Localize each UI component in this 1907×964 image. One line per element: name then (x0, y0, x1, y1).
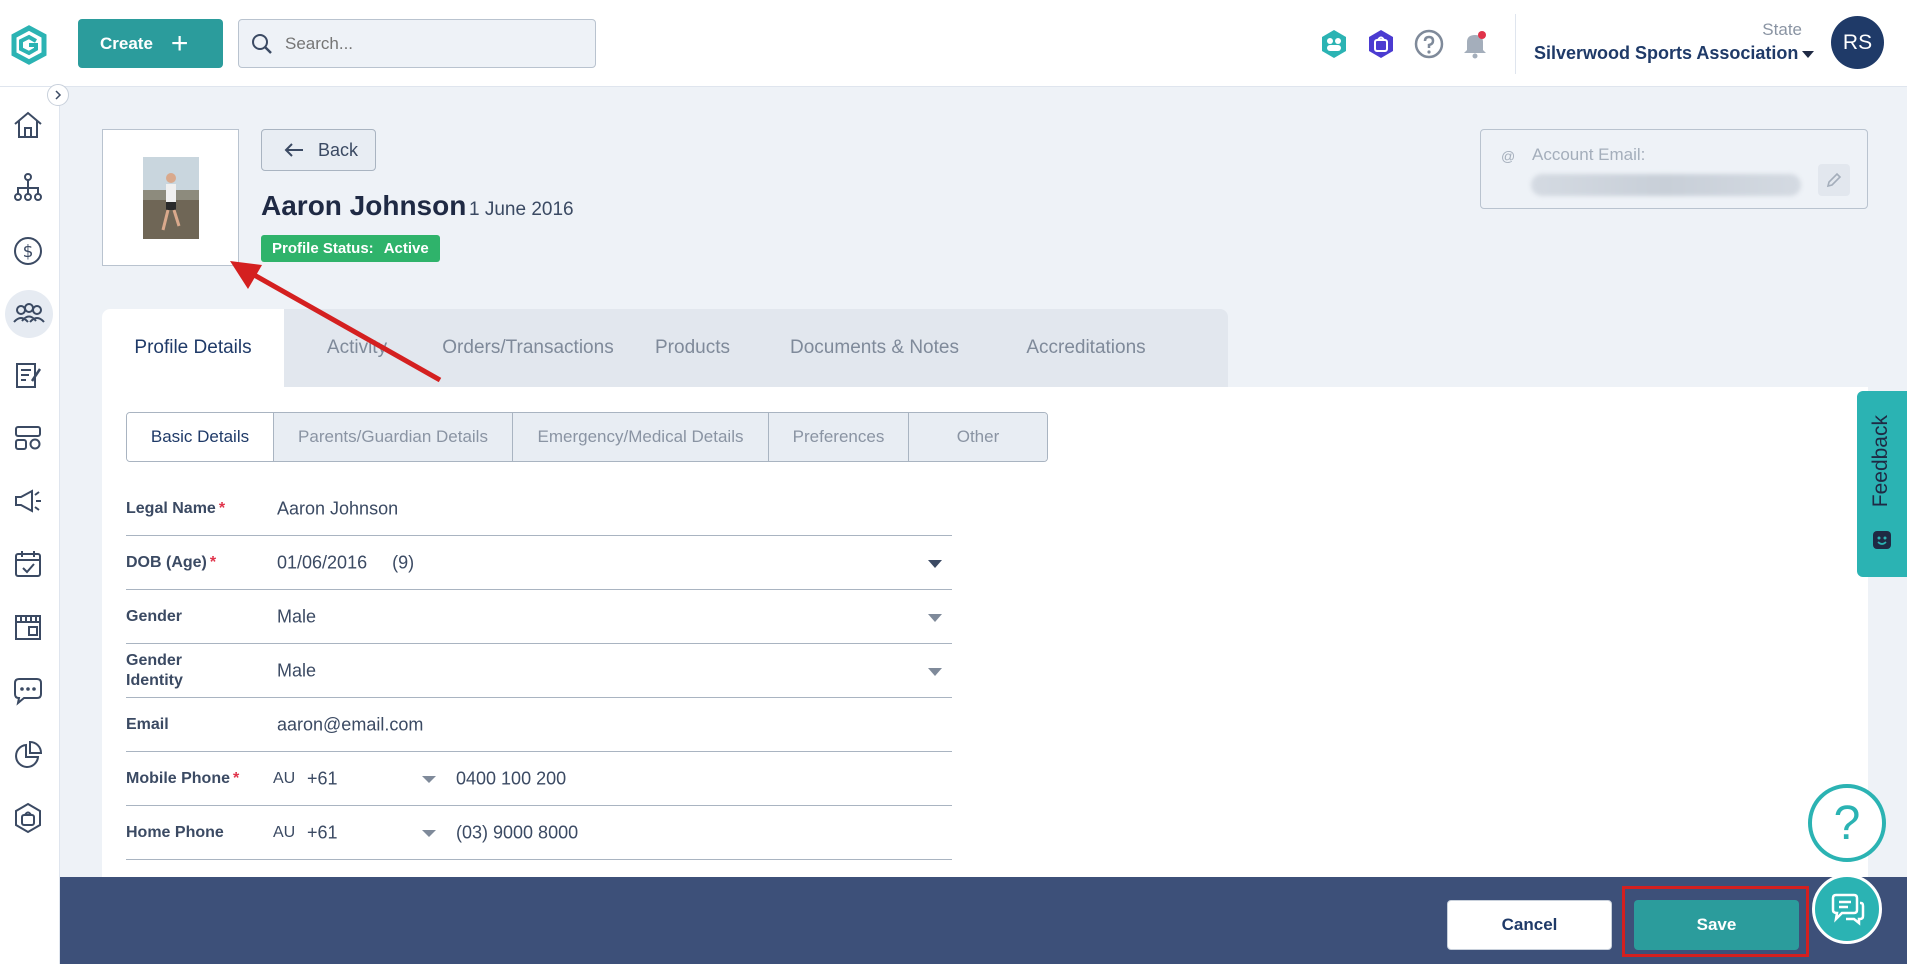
tab-documents-notes[interactable]: Documents & Notes (759, 309, 990, 387)
chevron-down-icon[interactable] (928, 613, 942, 622)
edit-email-button[interactable] (1818, 164, 1850, 196)
chat-float-button[interactable] (1812, 874, 1882, 944)
calendar-icon[interactable] (10, 546, 46, 582)
back-button[interactable]: Back (261, 129, 376, 171)
plus-icon: + (170, 26, 189, 60)
registration-form-icon[interactable] (10, 357, 46, 393)
feedback-label: Feedback (1869, 415, 1892, 508)
mobile-phone-label: Mobile Phone * (126, 769, 240, 787)
user-avatar[interactable]: RS (1831, 16, 1884, 69)
sidebar: $ (0, 87, 60, 964)
help-float-button[interactable]: ? (1808, 784, 1886, 862)
search-input[interactable] (285, 33, 575, 54)
pencil-icon (1826, 172, 1842, 188)
help-icon[interactable] (1413, 28, 1445, 60)
gender-value[interactable]: Male (277, 606, 316, 627)
back-button-label: Back (318, 139, 359, 160)
home-phone-value[interactable]: (03) 9000 8000 (456, 822, 578, 843)
member-dob: 1 June 2016 (469, 199, 574, 220)
home-icon[interactable] (10, 107, 46, 143)
legal-name-value[interactable]: Aaron Johnson (277, 498, 398, 519)
competitions-icon[interactable] (10, 420, 46, 456)
app-logo-icon[interactable] (8, 24, 50, 66)
gender-label: Gender (126, 607, 183, 625)
legal-name-label: Legal Name * (126, 499, 226, 517)
sidebar-collapse-button[interactable] (47, 84, 69, 106)
dob-label: DOB (Age) * (126, 553, 217, 571)
home-country: AU (273, 823, 296, 841)
notification-bell-icon[interactable] (1459, 28, 1491, 60)
account-email-blurred-value (1531, 174, 1801, 196)
subtab-basic-details[interactable]: Basic Details (127, 413, 274, 461)
store-icon[interactable] (10, 609, 46, 645)
chevron-down-icon[interactable] (928, 559, 942, 568)
megaphone-icon[interactable] (10, 483, 46, 519)
dob-value[interactable]: 01/06/2016 (9) (277, 552, 414, 573)
email-field[interactable]: Email aaron@email.com (126, 698, 952, 752)
email-label: Email (126, 715, 169, 733)
chevron-down-icon[interactable] (422, 829, 436, 837)
mobile-country-code[interactable]: +61 (307, 768, 338, 789)
detail-subtabs: Basic Details Parents/Guardian Details E… (126, 412, 1048, 462)
organisation-selector[interactable]: Silverwood Sports Association (1534, 43, 1798, 64)
arrow-left-icon (284, 143, 303, 157)
subtab-parents-guardian[interactable]: Parents/Guardian Details (274, 413, 513, 461)
create-button[interactable]: Create + (78, 19, 223, 68)
home-phone-label: Home Phone (126, 823, 224, 841)
search-box[interactable] (238, 19, 596, 68)
chevron-down-icon[interactable] (1802, 51, 1814, 58)
gender-identity-label: Gender Identity (126, 651, 183, 689)
subtab-emergency-medical[interactable]: Emergency/Medical Details (513, 413, 769, 461)
gender-identity-field[interactable]: Gender Identity Male (126, 644, 952, 698)
annotation-arrow-icon (230, 261, 442, 383)
age-value: (9) (392, 552, 415, 572)
chat-icon (1831, 893, 1865, 926)
save-button[interactable]: Save (1634, 900, 1799, 950)
org-level-label: State (1762, 20, 1802, 39)
community-icon[interactable] (1318, 28, 1350, 60)
gender-identity-value[interactable]: Male (277, 660, 316, 681)
chevron-right-icon (55, 90, 62, 100)
subtab-preferences[interactable]: Preferences (769, 413, 909, 461)
shop-bag-icon[interactable] (10, 800, 46, 836)
profile-photo[interactable] (102, 129, 239, 266)
subtab-other[interactable]: Other (909, 413, 1047, 461)
home-phone-field[interactable]: Home Phone AU +61 (03) 9000 8000 (126, 806, 952, 860)
tab-accreditations[interactable]: Accreditations (990, 309, 1182, 387)
feedback-tab[interactable]: Feedback (1857, 391, 1907, 577)
account-email-box: @ Account Email: (1480, 129, 1868, 209)
member-name: Aaron Johnson (261, 190, 467, 221)
chevron-down-icon[interactable] (928, 667, 942, 676)
reports-pie-icon[interactable] (10, 737, 46, 773)
mobile-phone-value[interactable]: 0400 100 200 (456, 768, 566, 789)
create-button-label: Create (100, 33, 153, 53)
finance-icon[interactable]: $ (10, 233, 46, 269)
messages-icon[interactable] (10, 673, 46, 709)
smiley-icon (1873, 531, 1891, 549)
home-country-code[interactable]: +61 (307, 822, 338, 843)
tab-products[interactable]: Products (626, 309, 759, 387)
shop-icon[interactable] (1365, 28, 1397, 60)
header-divider (1515, 14, 1516, 74)
hierarchy-icon[interactable] (10, 169, 46, 205)
at-icon: @ (1501, 148, 1516, 164)
chevron-down-icon[interactable] (422, 775, 436, 783)
legal-name-field[interactable]: Legal Name * Aaron Johnson (126, 482, 952, 536)
search-icon (252, 33, 272, 54)
account-email-label: Account Email: (1532, 145, 1646, 164)
cancel-button[interactable]: Cancel (1447, 900, 1612, 950)
tab-orders-transactions[interactable]: Orders/Transactions (430, 309, 626, 387)
mobile-country: AU (273, 769, 296, 787)
runner-photo-image (143, 157, 199, 239)
profile-details-panel: Basic Details Parents/Guardian Details E… (102, 387, 1868, 877)
svg-text:$: $ (23, 242, 34, 262)
mobile-phone-field[interactable]: Mobile Phone * AU +61 0400 100 200 (126, 752, 952, 806)
gender-field[interactable]: Gender Male (126, 590, 952, 644)
top-bar: Create + State Silverwood Sports Associa… (0, 0, 1907, 87)
dob-field[interactable]: DOB (Age) * 01/06/2016 (9) (126, 536, 952, 590)
email-value[interactable]: aaron@email.com (277, 714, 423, 735)
people-icon[interactable] (5, 290, 53, 338)
